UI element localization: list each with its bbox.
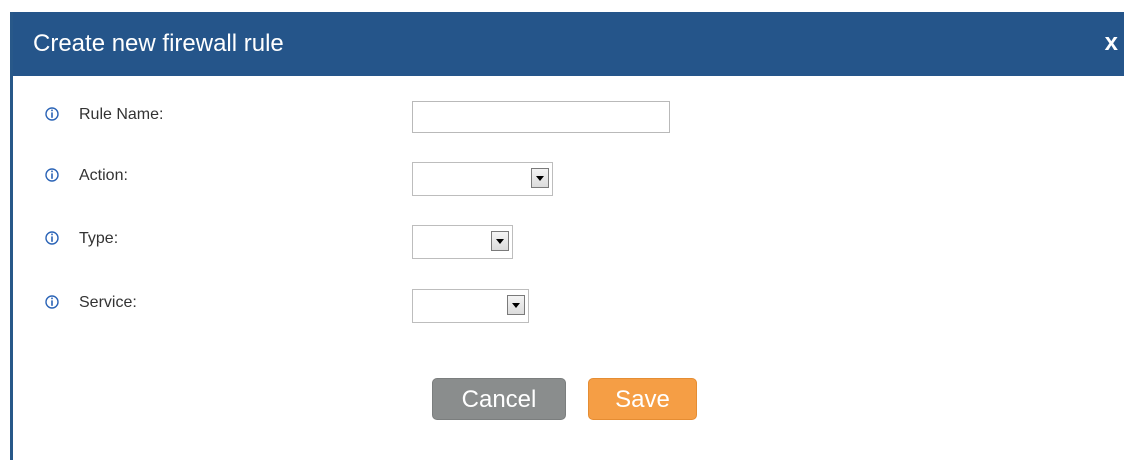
type-select[interactable] bbox=[412, 225, 513, 259]
info-icon[interactable] bbox=[45, 295, 59, 309]
cancel-button[interactable]: Cancel bbox=[432, 378, 566, 420]
dropdown-arrow-icon[interactable] bbox=[491, 231, 509, 251]
service-label: Service: bbox=[79, 294, 137, 311]
service-select[interactable] bbox=[412, 289, 529, 323]
rule-name-input[interactable] bbox=[412, 101, 670, 133]
create-firewall-rule-dialog: Create new firewall rule x Rule Name: Ac… bbox=[10, 12, 1124, 460]
dropdown-arrow-icon[interactable] bbox=[531, 168, 549, 188]
action-label: Action: bbox=[79, 167, 128, 184]
info-icon[interactable] bbox=[45, 168, 59, 182]
dropdown-arrow-icon[interactable] bbox=[507, 295, 525, 315]
save-button[interactable]: Save bbox=[588, 378, 697, 420]
type-label: Type: bbox=[79, 230, 119, 247]
info-icon[interactable] bbox=[45, 231, 59, 245]
dialog-title: Create new firewall rule bbox=[33, 30, 284, 57]
action-select[interactable] bbox=[412, 162, 553, 196]
dialog-titlebar: Create new firewall rule x bbox=[13, 12, 1124, 76]
info-icon[interactable] bbox=[45, 107, 59, 121]
rule-name-label: Rule Name: bbox=[79, 106, 164, 123]
close-button[interactable]: x bbox=[1105, 30, 1118, 56]
